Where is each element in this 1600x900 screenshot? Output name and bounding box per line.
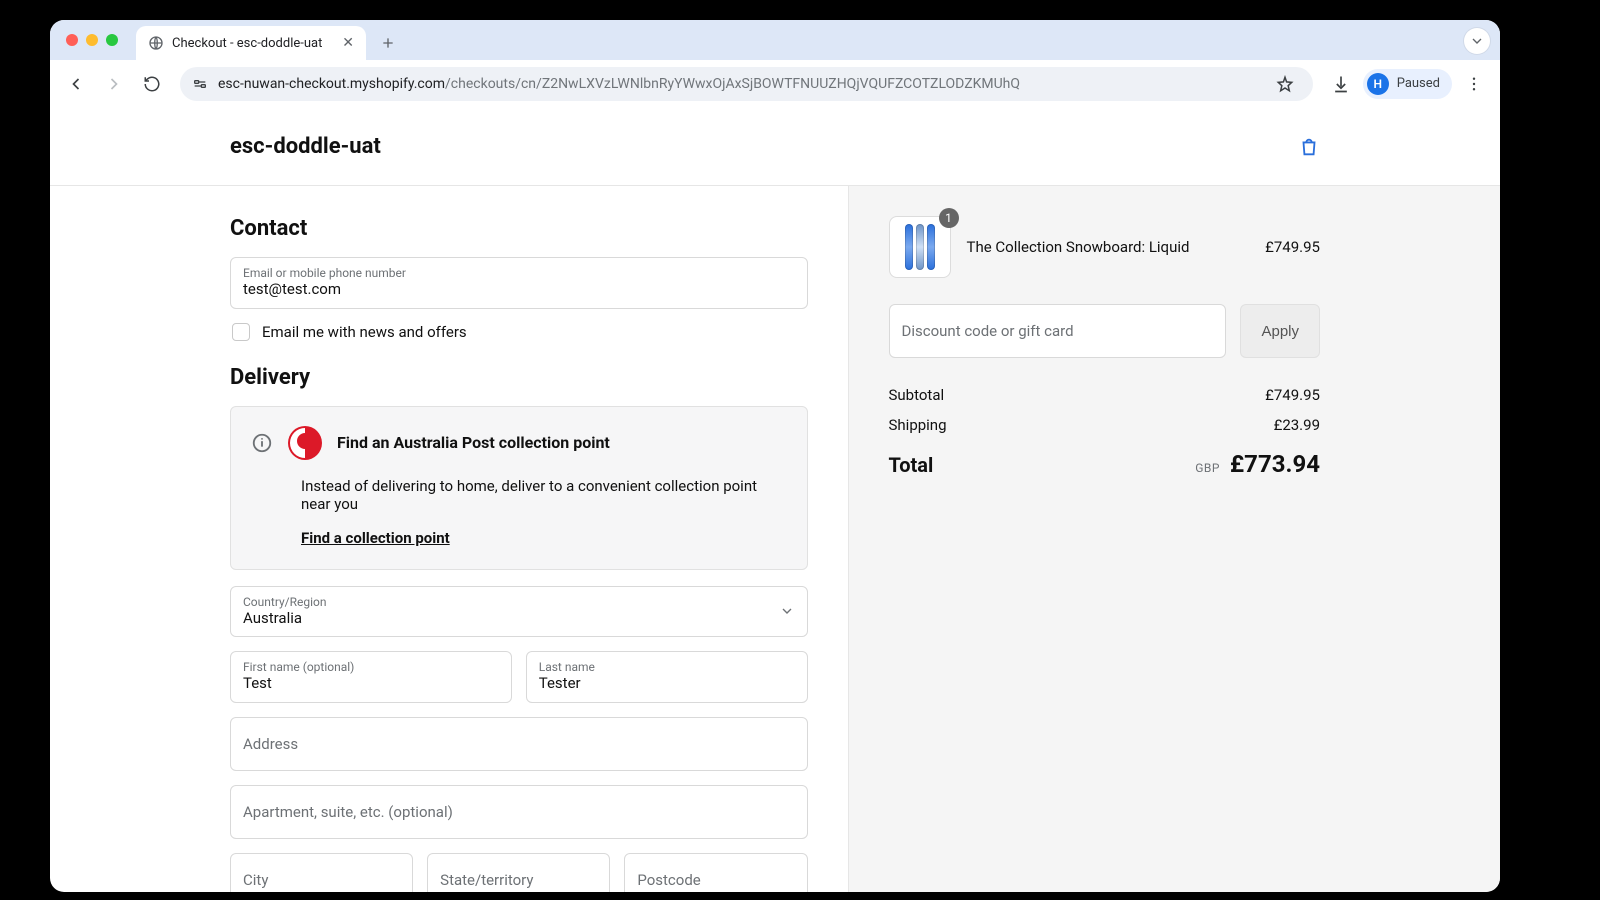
cart-item: 1 The Collection Snowboard: Liquid £749.… (889, 216, 1321, 278)
browser-toolbar: esc-nuwan-checkout.myshopify.com/checkou… (50, 60, 1500, 108)
checkbox-icon (232, 323, 250, 341)
apartment-placeholder: Apartment, suite, etc. (optional) (243, 798, 795, 826)
first-name-value: Test (243, 674, 499, 694)
tab-overflow-button[interactable] (1464, 28, 1490, 54)
store-title: esc-doddle-uat (230, 134, 381, 159)
news-offers-label: Email me with news and offers (262, 323, 467, 341)
order-summary: 1 The Collection Snowboard: Liquid £749.… (848, 186, 1501, 892)
profile-chip[interactable]: H Paused (1363, 69, 1452, 99)
email-label: Email or mobile phone number (243, 266, 795, 280)
close-tab-icon[interactable]: ✕ (342, 35, 354, 51)
subtotal-value: £749.95 (1265, 386, 1320, 404)
checkout-form: Contact Email or mobile phone number tes… (50, 186, 848, 892)
email-field[interactable]: Email or mobile phone number test@test.c… (230, 257, 808, 309)
tab-title: Checkout - esc-doddle-uat (172, 36, 334, 51)
cart-item-price: £749.95 (1265, 238, 1320, 256)
fullscreen-window-icon[interactable] (106, 34, 118, 46)
first-name-label: First name (optional) (243, 660, 499, 674)
collection-card-body: Instead of delivering to home, deliver t… (301, 477, 787, 513)
tab-strip: Checkout - esc-doddle-uat ✕ (50, 20, 1500, 60)
apply-button[interactable]: Apply (1240, 304, 1320, 358)
subtotal-label: Subtotal (889, 386, 945, 404)
total-value: £773.94 (1230, 450, 1320, 478)
info-icon (251, 432, 273, 454)
shipping-value: £23.99 (1274, 416, 1320, 434)
new-tab-button[interactable] (374, 29, 402, 57)
apartment-field[interactable]: Apartment, suite, etc. (optional) (230, 785, 808, 839)
delivery-heading: Delivery (230, 365, 808, 390)
find-collection-point-link[interactable]: Find a collection point (301, 529, 450, 547)
state-placeholder: State/territory (440, 866, 597, 893)
browser-window: Checkout - esc-doddle-uat ✕ (50, 20, 1500, 892)
last-name-label: Last name (539, 660, 795, 674)
reload-button[interactable] (136, 68, 168, 100)
last-name-value: Tester (539, 674, 795, 694)
checkout-split: Contact Email or mobile phone number tes… (50, 186, 1500, 892)
discount-field[interactable]: Discount code or gift card (889, 304, 1227, 358)
shipping-row: Shipping £23.99 (889, 410, 1321, 440)
page: esc-doddle-uat Contact Email or mobile p… (50, 108, 1500, 892)
url-path: /checkouts/cn/Z2NwLXVzLWNlbnRyYWwxOjAxSj… (445, 76, 1020, 92)
city-placeholder: City (243, 866, 400, 893)
subtotal-row: Subtotal £749.95 (889, 380, 1321, 410)
totals: Subtotal £749.95 Shipping £23.99 Total G… (889, 380, 1321, 484)
postcode-placeholder: Postcode (637, 866, 794, 893)
collection-point-card: Find an Australia Post collection point … (230, 406, 808, 570)
globe-icon (148, 35, 164, 51)
last-name-field[interactable]: Last name Tester (526, 651, 808, 703)
first-name-field[interactable]: First name (optional) Test (230, 651, 512, 703)
shipping-label: Shipping (889, 416, 947, 434)
chevron-down-icon (779, 603, 795, 619)
address-bar[interactable]: esc-nuwan-checkout.myshopify.com/checkou… (180, 67, 1313, 101)
cart-item-name: The Collection Snowboard: Liquid (967, 238, 1250, 256)
bookmark-icon[interactable] (1269, 68, 1301, 100)
total-row: Total GBP £773.94 (889, 440, 1321, 484)
contact-heading: Contact (230, 216, 808, 241)
browser-tab[interactable]: Checkout - esc-doddle-uat ✕ (136, 26, 366, 60)
forward-button[interactable] (98, 68, 130, 100)
country-value: Australia (243, 609, 795, 629)
country-label: Country/Region (243, 595, 795, 609)
australia-post-icon (287, 425, 323, 461)
avatar: H (1367, 73, 1389, 95)
postcode-field[interactable]: Postcode (624, 853, 807, 893)
address-field[interactable]: Address (230, 717, 808, 771)
email-value: test@test.com (243, 280, 795, 300)
address-placeholder: Address (243, 730, 795, 758)
discount-placeholder: Discount code or gift card (902, 317, 1214, 345)
collection-card-title: Find an Australia Post collection point (337, 433, 610, 452)
more-menu-icon[interactable] (1458, 68, 1490, 100)
currency-code: GBP (1195, 461, 1220, 475)
url-text: esc-nuwan-checkout.myshopify.com/checkou… (218, 76, 1259, 92)
cart-item-thumb: 1 (889, 216, 951, 278)
bag-icon[interactable] (1298, 136, 1320, 158)
state-select[interactable]: State/territory (427, 853, 610, 893)
store-header: esc-doddle-uat (50, 108, 1500, 186)
city-field[interactable]: City (230, 853, 413, 893)
cart-item-qty: 1 (939, 208, 959, 228)
total-label: Total (889, 453, 934, 477)
url-host: esc-nuwan-checkout.myshopify.com (218, 76, 445, 92)
profile-label: Paused (1397, 76, 1440, 91)
window-controls (60, 20, 136, 60)
minimize-window-icon[interactable] (86, 34, 98, 46)
back-button[interactable] (60, 68, 92, 100)
downloads-icon[interactable] (1325, 68, 1357, 100)
site-settings-icon[interactable] (192, 76, 208, 92)
news-offers-checkbox[interactable]: Email me with news and offers (232, 323, 808, 341)
close-window-icon[interactable] (66, 34, 78, 46)
country-select[interactable]: Country/Region Australia (230, 586, 808, 638)
